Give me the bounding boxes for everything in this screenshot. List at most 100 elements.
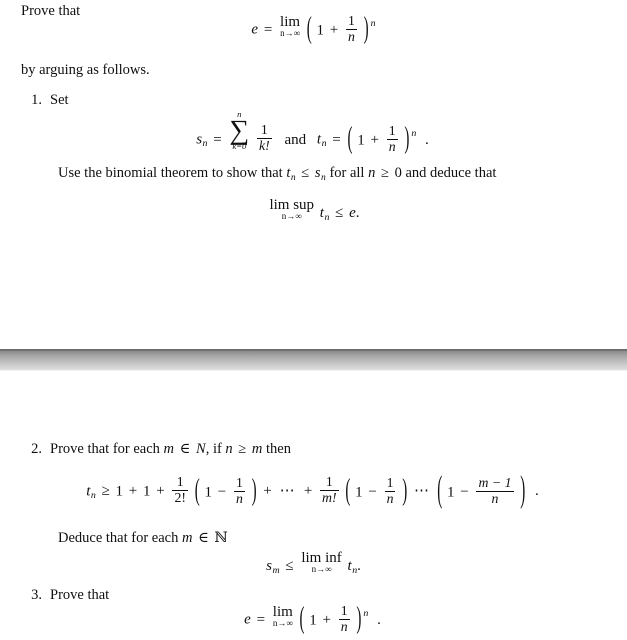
fraction-m-minus-1-over-n: m − 1 n [476, 474, 514, 507]
inline-sn: s [314, 165, 321, 181]
conjunction-and: and [284, 131, 307, 148]
inline-math-m-in-N: m ∈ N [164, 441, 206, 458]
fraction-numerator: 1 [325, 474, 333, 489]
exponent-n: n [411, 128, 417, 140]
fraction-numerator: 1 [386, 474, 394, 490]
inline-element-of: ∈ [198, 530, 209, 546]
tn-subscript: n [321, 138, 327, 150]
inline-geq: ≥ [380, 165, 389, 181]
paren-open: ( [299, 603, 305, 637]
paren-close: ) [404, 123, 410, 157]
fraction-numerator: 1 [176, 474, 184, 489]
paren-close: ) [520, 471, 526, 511]
inline-geq: ≥ [238, 441, 247, 457]
fraction-one-over-mfact: 1 m! [320, 474, 339, 506]
fraction-denominator: n [386, 139, 398, 155]
geq-sign: ≥ [101, 483, 110, 500]
paren1-minus: − [217, 484, 227, 501]
limsup-leq: ≤ [335, 204, 344, 221]
exponent-n: n [363, 607, 369, 619]
display-formula-limsup: lim sup n→∞ tn ≤ e. [0, 198, 627, 223]
fraction-one-over-n: 1 n [346, 13, 357, 45]
fraction-denominator: m! [320, 489, 339, 505]
paren-open: ( [306, 13, 312, 47]
formula3-lhs: e [244, 611, 251, 628]
tn-subscript: n [90, 490, 96, 502]
fraction-one-over-2fact: 1 2! [172, 474, 188, 506]
inline-n: n [225, 441, 233, 457]
fraction-denominator: 2! [172, 489, 188, 505]
cdots-1: ⋯ [279, 483, 297, 500]
deduce-text: and deduce that [405, 165, 497, 181]
inline-math-n-geq-0: n ≥ 0 [368, 165, 402, 182]
plus-1: + [128, 483, 138, 500]
fraction-numerator: 1 [260, 122, 268, 138]
paren-open: ( [347, 123, 353, 157]
display-formula-sm-liminf: sm ≤ lim inf n→∞ tn. [0, 551, 627, 576]
list-item-3-number: 3. [31, 587, 42, 603]
list-item-2-deduce: Deduce that for each m ∈ ℕ [58, 530, 228, 547]
paren3-minus: − [460, 484, 469, 501]
formula-intro-lhs: e [251, 21, 259, 38]
summation-lower-limit: k=0 [232, 140, 247, 151]
fraction-numerator: m − 1 [478, 474, 512, 490]
limsup-tn-sub: n [324, 211, 330, 223]
inline-sn-sub: n [321, 171, 326, 183]
limit-subscript: n→∞ [272, 617, 293, 628]
list-item-2-number: 2. [31, 441, 42, 457]
fraction-one-over-n: 1 n [338, 603, 350, 635]
sn-symbol: s [196, 131, 203, 148]
display-formula-tn-lower-bound: tn ≥ 1 + 1 + 1 2! ( 1 − 1 n ) + ⋯ + 1 m!… [0, 472, 627, 511]
intro-after-text: by arguing as follows. [21, 62, 150, 78]
list-item-3-label: Prove that [50, 587, 110, 603]
plus-4: + [303, 483, 313, 500]
limit-operator: lim n→∞ [280, 14, 300, 38]
term-one-b: 1 [143, 483, 151, 500]
formula3-one: 1 [309, 612, 317, 629]
formula-period: . [357, 557, 361, 574]
formula-intro-one: 1 [316, 22, 325, 39]
limit-operator: lim n→∞ [272, 604, 293, 628]
sm-subscript: m [272, 564, 280, 576]
limsup-operator: lim sup n→∞ [269, 198, 314, 221]
fraction-numerator: 1 [348, 13, 355, 28]
inline-leq: ≤ [301, 165, 310, 181]
exponent-n: n [370, 17, 376, 29]
paren-group-1: ( 1 − 1 n ) [194, 475, 258, 508]
document-page: Prove that e = lim n→∞ ( 1 + 1 n ) n by a… [0, 0, 627, 640]
formula-period: . [355, 204, 360, 221]
limsup-subscript: n→∞ [281, 211, 302, 221]
sn-equals: = [213, 131, 222, 148]
limit-subscript: n→∞ [280, 27, 300, 38]
inline-m: m [251, 441, 263, 457]
fraction-one-over-n: 1 n [233, 475, 245, 507]
inline-m: m [163, 441, 175, 457]
fraction-denominator: n [476, 490, 514, 507]
paren-close: ) [356, 603, 362, 637]
formula-period: . [535, 483, 539, 500]
paren-open: ( [437, 471, 443, 511]
formula3-plus: + [322, 612, 332, 629]
sn-subscript: n [202, 138, 208, 150]
paren-close: ) [251, 475, 257, 508]
paren2-minus: − [368, 484, 377, 501]
inline-math-m-in-blackboard-N: m ∈ ℕ [182, 530, 228, 547]
fraction-numerator: 1 [340, 603, 348, 618]
paren-group: ( 1 + 1 n ) n [346, 123, 417, 157]
display-formula-e-limit-conclusion: e = lim n→∞ ( 1 + 1 n ) n . [0, 603, 627, 637]
paren-group-2: ( 1 − 1 n ) [344, 474, 408, 508]
plus-3: + [263, 483, 272, 500]
fraction-numerator: 1 [388, 123, 396, 139]
sigma-icon: ∑ [229, 114, 250, 146]
inline-blackboard-N: ℕ [214, 530, 228, 546]
fraction-one-over-kfact: 1 k! [257, 122, 272, 154]
inline-tn: t [286, 165, 291, 181]
inline-math-tn-leq-sn: tn ≤ sn [286, 165, 325, 183]
divider-gradient [0, 351, 627, 370]
binomial-instruction-text: Use the binomial theorem to show that [58, 165, 283, 181]
display-formula-e-limit: e = lim n→∞ ( 1 + 1 n ) n [0, 13, 627, 47]
paren-close: ) [363, 13, 369, 47]
formula3-equals: = [256, 611, 266, 628]
tn-equals: = [332, 131, 341, 148]
liminf-subscript: n→∞ [311, 564, 332, 574]
